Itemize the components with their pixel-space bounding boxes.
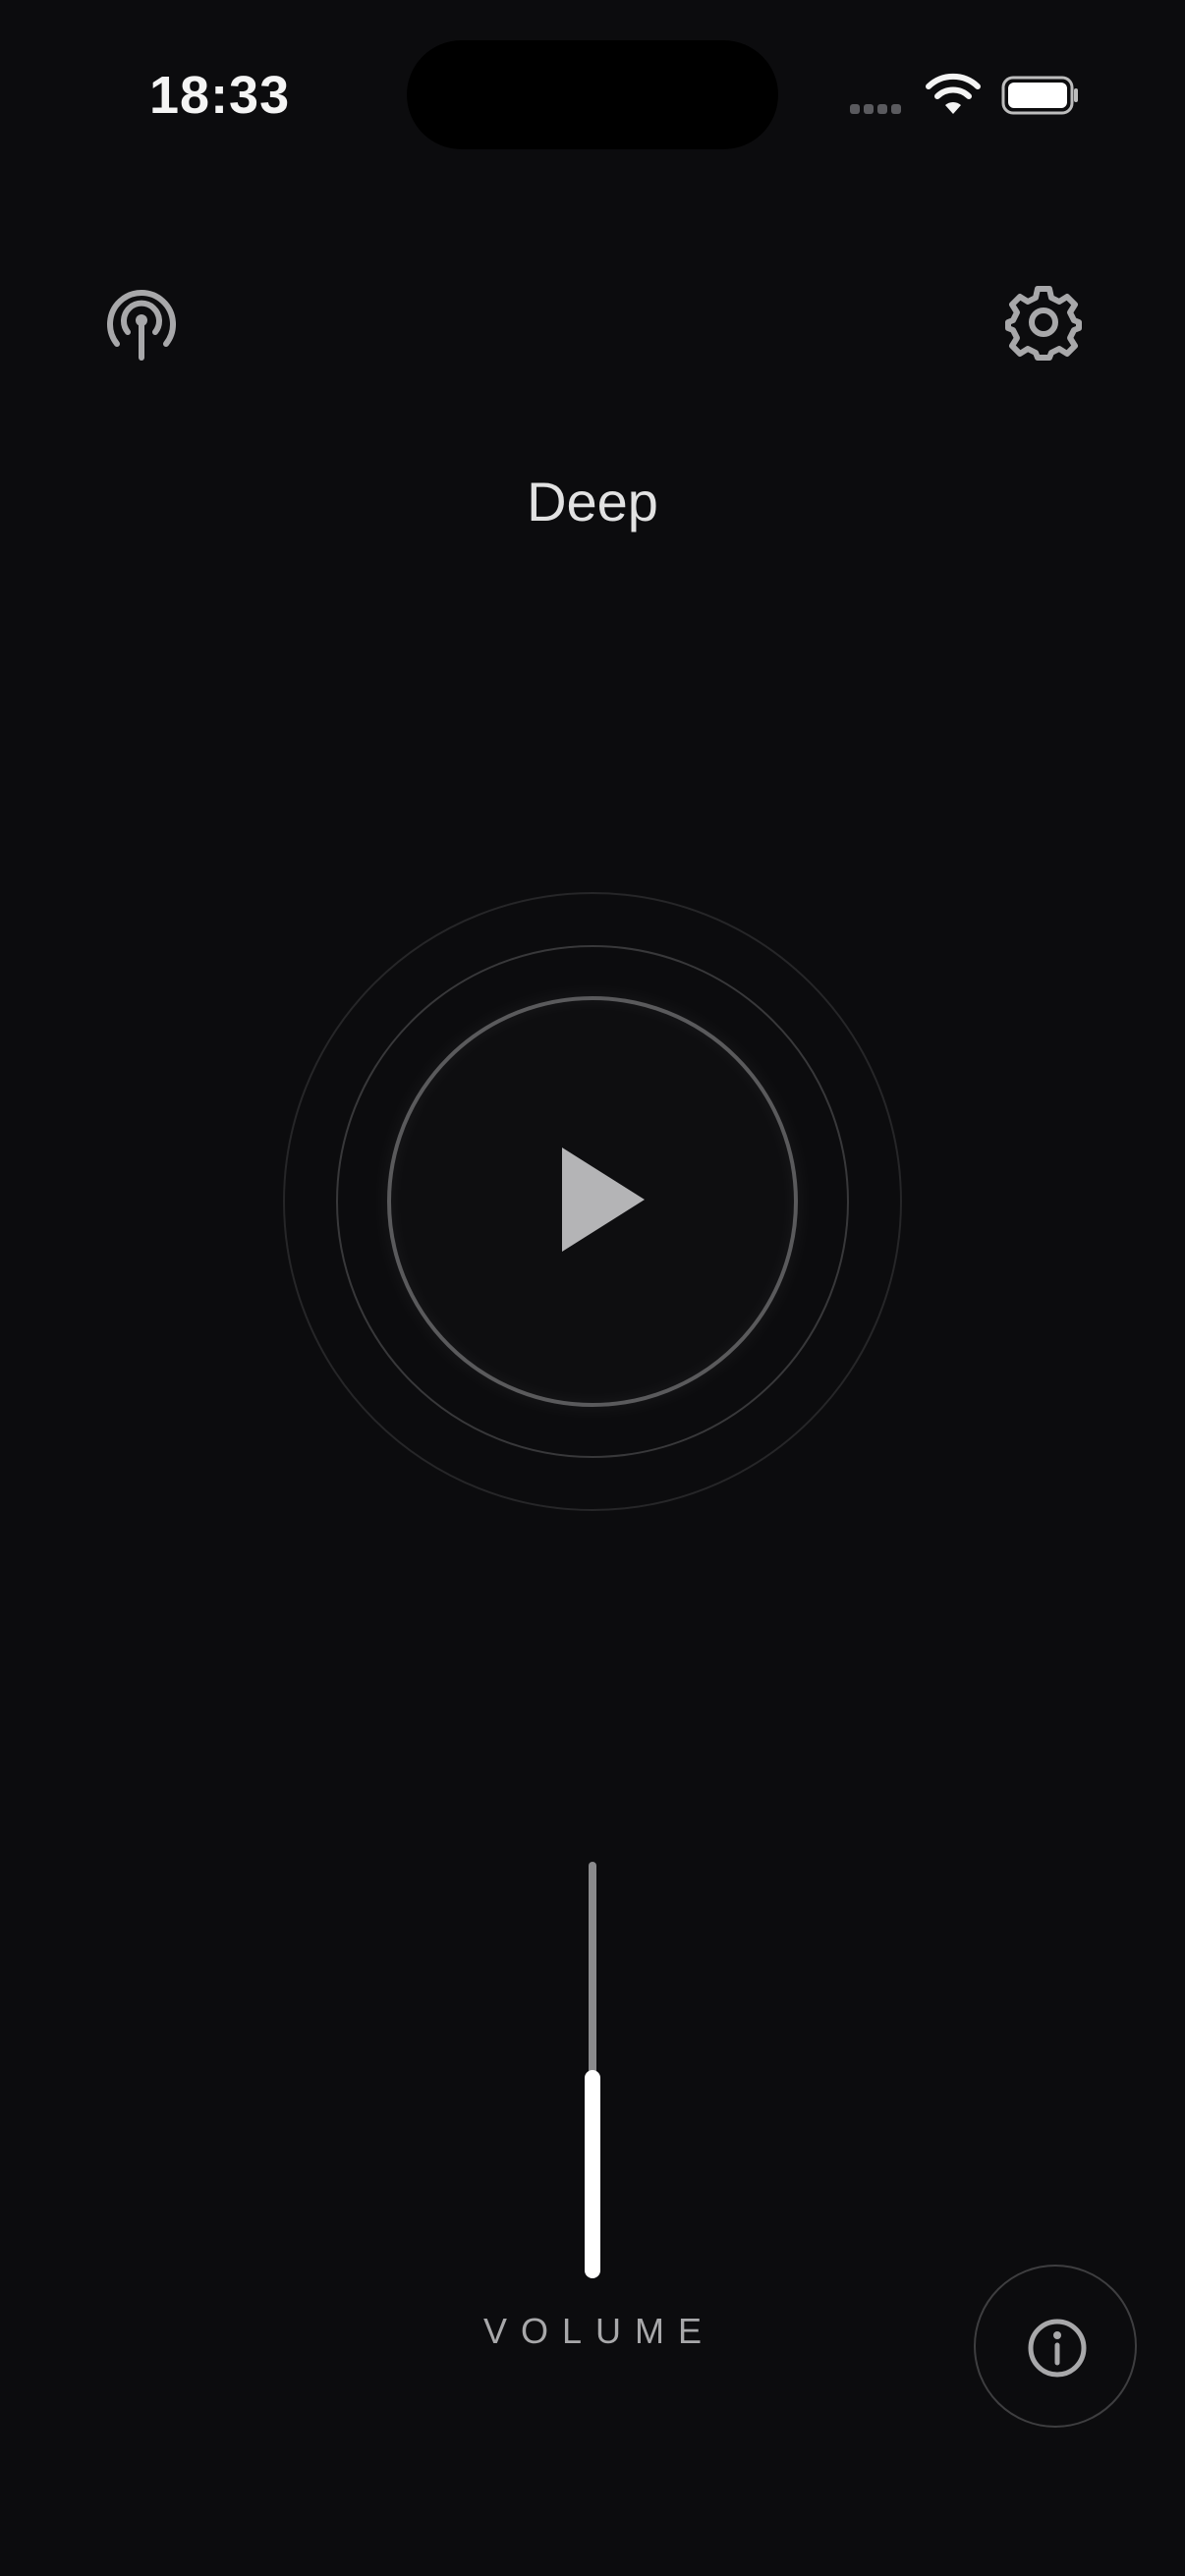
podcast-icon xyxy=(107,290,176,361)
gear-icon xyxy=(1005,286,1082,361)
wifi-icon xyxy=(926,73,981,114)
dynamic-island xyxy=(407,40,778,149)
volume-slider[interactable] xyxy=(585,1862,600,2278)
status-time: 18:33 xyxy=(149,66,291,125)
sound-title: Deep xyxy=(527,471,658,532)
info-button[interactable] xyxy=(974,2265,1137,2428)
cellular-signal-icon xyxy=(850,104,901,114)
volume-fill xyxy=(585,2070,600,2278)
play-icon xyxy=(562,1148,645,1252)
settings-button[interactable] xyxy=(1004,285,1083,364)
info-icon xyxy=(1028,2319,1087,2378)
battery-icon xyxy=(1001,76,1078,115)
podcast-button[interactable] xyxy=(102,285,181,364)
